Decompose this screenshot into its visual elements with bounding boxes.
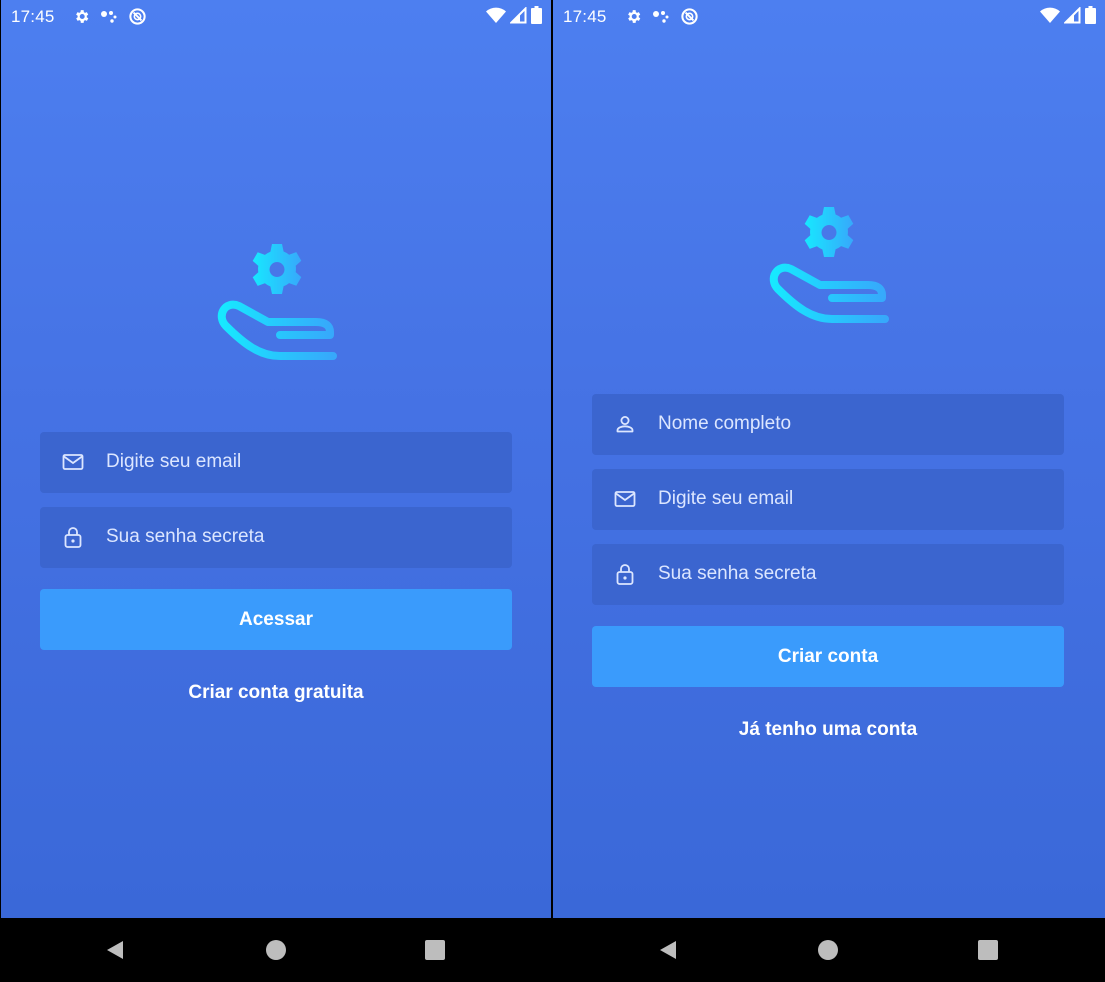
login-button[interactable]: Acessar [40, 589, 512, 650]
status-time: 17:45 [563, 7, 607, 26]
hand-holding-gear-icon [769, 207, 889, 323]
lock-icon [64, 527, 82, 548]
password-placeholder: Sua senha secreta [106, 526, 265, 547]
name-placeholder: Nome completo [658, 413, 792, 434]
navigation-bar [553, 918, 1105, 982]
gear-icon [76, 10, 89, 23]
password-placeholder: Sua senha secreta [658, 563, 817, 584]
hand-holding-gear-icon [217, 244, 337, 360]
recents-icon[interactable] [423, 938, 447, 962]
gear-icon [628, 10, 641, 23]
email-placeholder: Digite seu email [106, 451, 242, 472]
dots-icon [101, 10, 117, 23]
email-field[interactable]: Digite seu email [40, 432, 512, 493]
status-bar: 17:45 [553, 0, 1105, 32]
do-not-disturb-icon [681, 8, 698, 25]
recents-icon[interactable] [976, 938, 1000, 962]
back-icon[interactable] [656, 938, 680, 962]
password-field[interactable]: Sua senha secreta [40, 507, 512, 568]
home-icon[interactable] [816, 938, 840, 962]
email-field[interactable]: Digite seu email [592, 469, 1064, 530]
have-account-link[interactable]: Já tenho uma conta [592, 719, 1064, 741]
create-account-button[interactable]: Criar conta [592, 626, 1064, 687]
status-time: 17:45 [11, 7, 55, 26]
signup-screen: 17:45 Nome completo Digite seu email Sua… [553, 0, 1105, 918]
name-field[interactable]: Nome completo [592, 394, 1064, 455]
back-icon[interactable] [103, 938, 127, 962]
battery-icon [1085, 6, 1096, 24]
user-icon [616, 416, 634, 433]
email-placeholder: Digite seu email [658, 488, 794, 509]
cell-signal-icon [510, 6, 527, 23]
password-field[interactable]: Sua senha secreta [592, 544, 1064, 605]
wifi-icon [1040, 7, 1060, 23]
do-not-disturb-icon [129, 8, 146, 25]
dots-icon [653, 10, 669, 23]
lock-icon [616, 564, 634, 585]
battery-icon [531, 6, 542, 24]
login-screen: 17:45 Digite seu email Sua senha secreta… [1, 0, 551, 918]
navigation-bar [0, 918, 552, 982]
create-account-link[interactable]: Criar conta gratuita [40, 682, 512, 704]
mail-icon [62, 454, 84, 470]
cell-signal-icon [1064, 6, 1081, 23]
home-icon[interactable] [264, 938, 288, 962]
status-bar: 17:45 [1, 0, 551, 32]
wifi-icon [486, 7, 506, 23]
mail-icon [614, 491, 636, 507]
